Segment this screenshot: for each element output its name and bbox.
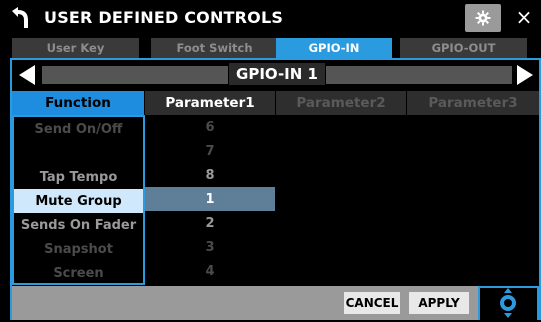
parameter1-item-selected[interactable]: 1 (145, 187, 275, 211)
column-header-parameter2: Parameter2 (276, 91, 406, 115)
cancel-button[interactable]: CANCEL (344, 292, 400, 314)
next-gpio-button[interactable] (513, 63, 537, 87)
function-item-tap-tempo[interactable]: Tap Tempo (14, 165, 143, 189)
function-item-screen[interactable]: Screen (14, 261, 143, 285)
parameter1-item[interactable]: 7 (145, 139, 275, 163)
parameter1-item[interactable]: 4 (145, 259, 275, 283)
settings-button[interactable] (465, 4, 501, 32)
tab-gpio-out[interactable]: GPIO-OUT (400, 38, 527, 58)
function-list[interactable]: Send On/Off Tap Tempo Mute Group Sends O… (12, 115, 145, 285)
selector-bar-right (326, 66, 512, 84)
selector-bar-left (42, 66, 228, 84)
function-item-send-on-off[interactable]: Send On/Off (14, 117, 143, 141)
function-item-sends-on-fader[interactable]: Sends On Fader (14, 213, 143, 237)
previous-gpio-button[interactable] (15, 63, 39, 87)
tab-gpio-in[interactable]: GPIO-IN (276, 38, 392, 58)
encoder-knob-icon (496, 288, 520, 318)
right-triangle-icon (517, 65, 533, 85)
close-button[interactable]: × (512, 5, 536, 29)
column-header-function[interactable]: Function (12, 91, 144, 115)
gear-icon (475, 10, 491, 26)
close-icon: × (515, 5, 533, 29)
function-item-mute-group[interactable]: Mute Group (14, 189, 143, 213)
tab-user-key[interactable]: User Key (12, 38, 139, 58)
page-title: USER DEFINED CONTROLS (44, 8, 284, 27)
apply-button[interactable]: APPLY (409, 292, 469, 314)
function-item-snapshot[interactable]: Snapshot (14, 237, 143, 261)
back-arrow-icon (12, 7, 28, 28)
function-item-blank[interactable] (14, 141, 143, 165)
gpio-port-title: GPIO-IN 1 (229, 63, 325, 85)
tab-foot-switch[interactable]: Foot Switch (151, 38, 278, 58)
back-button[interactable] (6, 6, 32, 30)
column-header-parameter1[interactable]: Parameter1 (145, 91, 275, 115)
parameter1-item[interactable]: 3 (145, 235, 275, 259)
parameter1-item[interactable]: 6 (145, 115, 275, 139)
parameter1-item[interactable]: 2 (145, 211, 275, 235)
parameter1-item[interactable]: 8 (145, 163, 275, 187)
column-header-parameter3: Parameter3 (407, 91, 539, 115)
left-triangle-icon (19, 65, 35, 85)
